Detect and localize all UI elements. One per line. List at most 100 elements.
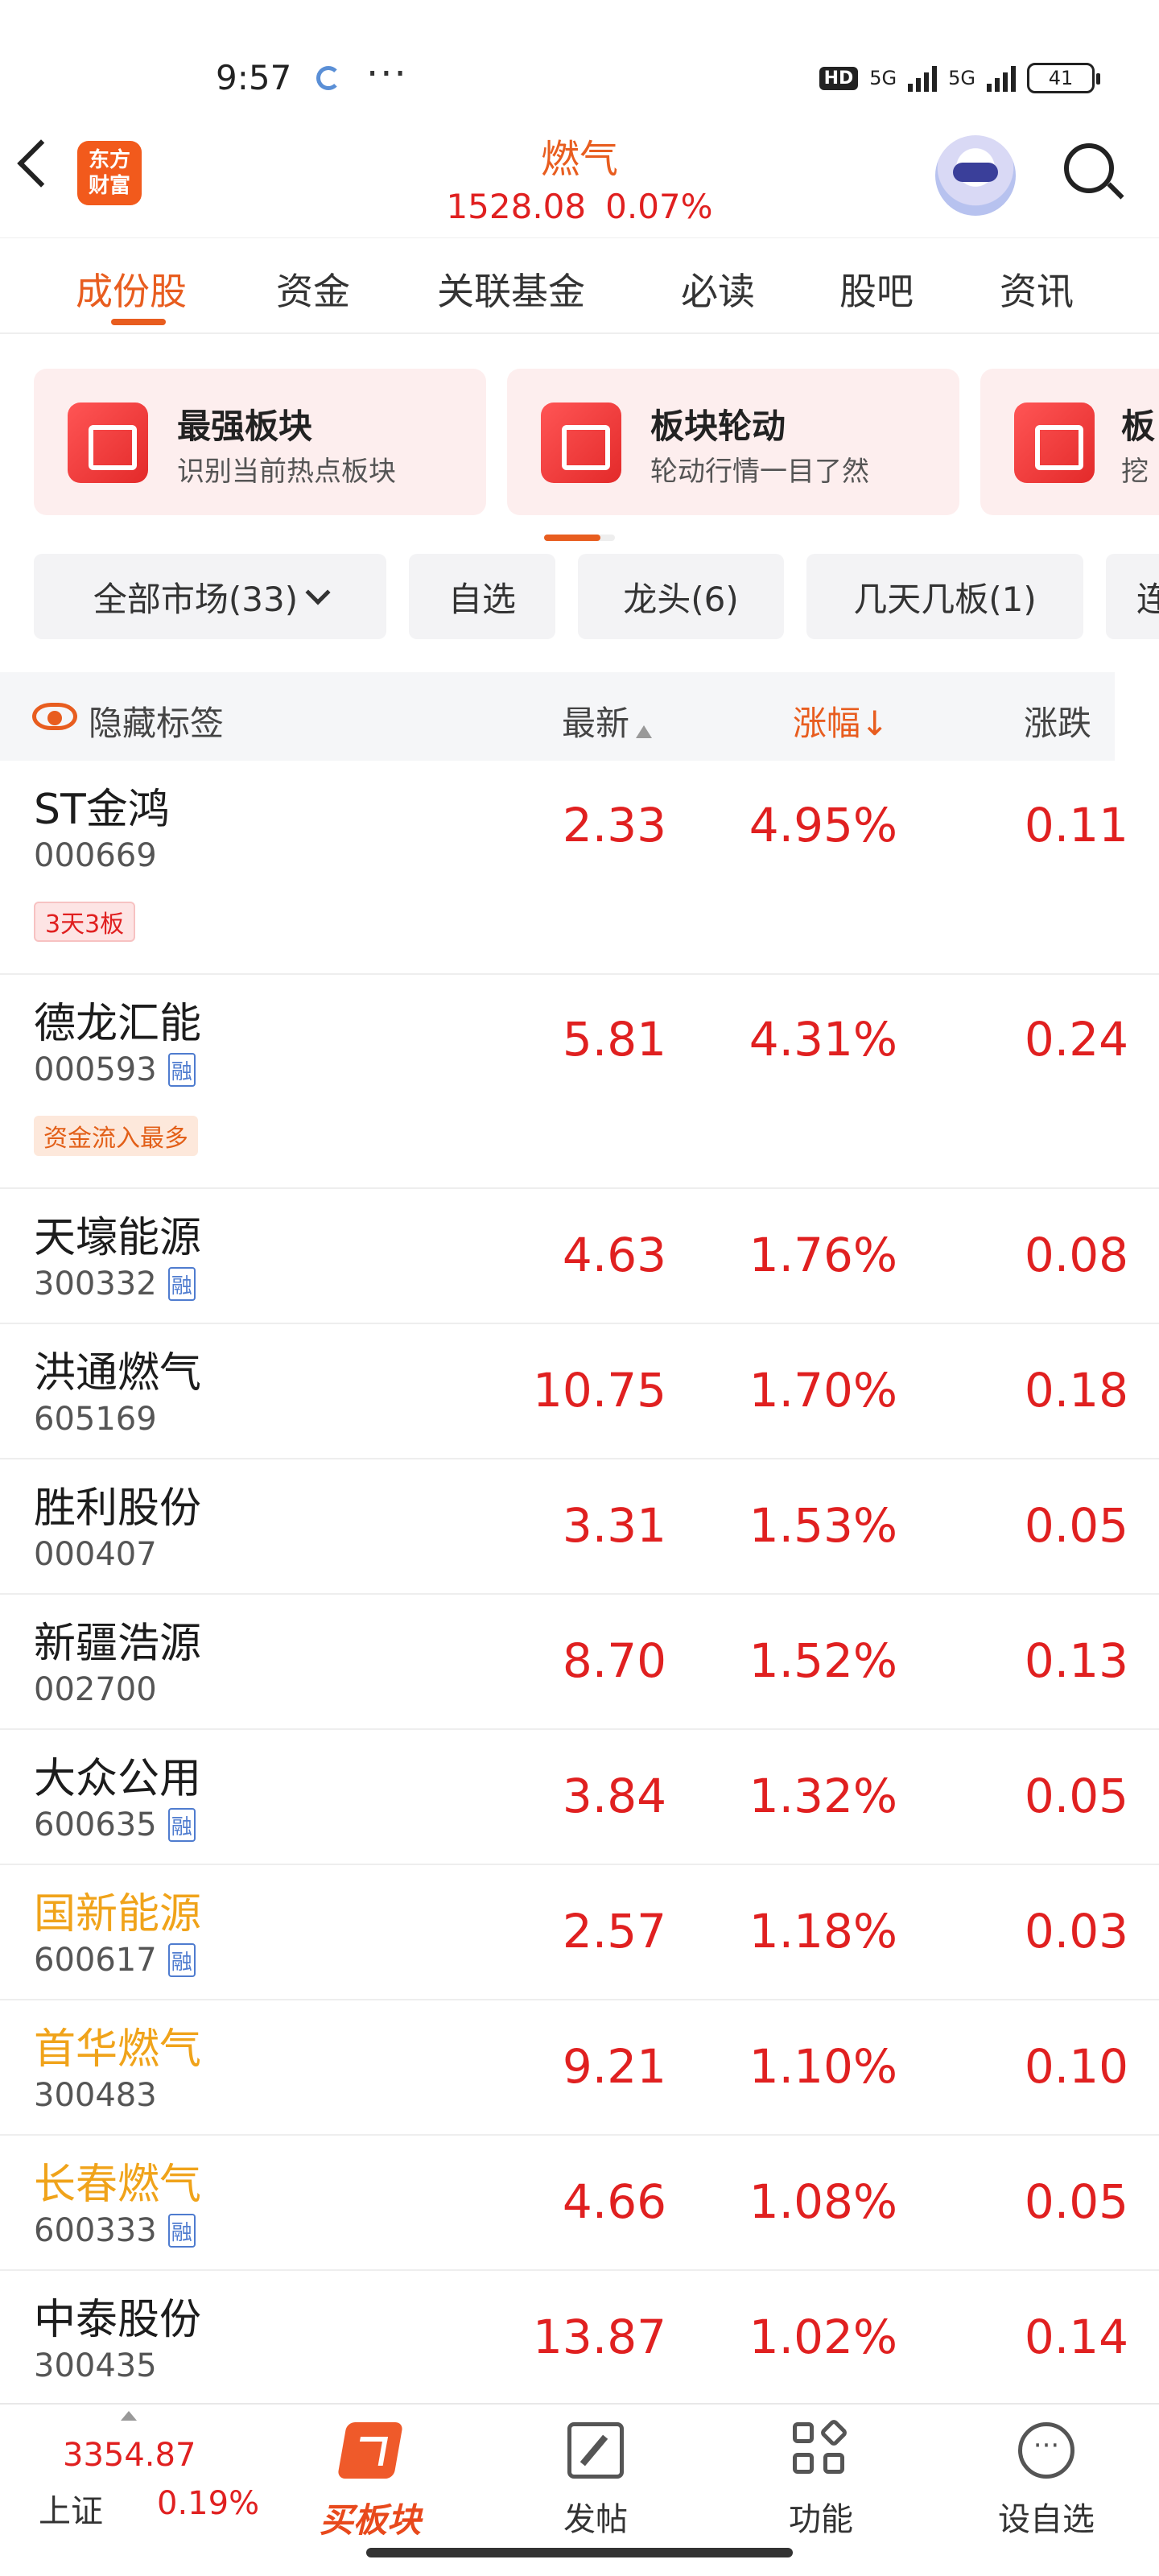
stock-code-wrap: 002700: [34, 1671, 157, 1708]
table-row[interactable]: 大众公用 600635 融 3.84 1.32% 0.05: [0, 1730, 1159, 1865]
stock-change: 0.03: [1024, 1904, 1128, 1959]
more-circle-icon: [1018, 2422, 1074, 2479]
sh-index-pct[interactable]: 0.19%: [157, 2485, 259, 2522]
table-row[interactable]: ST金鸿 000669 3天3板 2.33 4.95% 0.11: [0, 761, 1159, 975]
stock-name: 胜利股份: [34, 1484, 202, 1533]
filter-all-markets[interactable]: 全部市场(33): [34, 554, 386, 639]
stock-change: 0.13: [1024, 1633, 1128, 1688]
col-latest[interactable]: 最新: [562, 696, 653, 745]
stock-name: 德龙汇能: [34, 1000, 202, 1048]
tab-forum[interactable]: 股吧: [839, 262, 914, 316]
active-tab-indicator: [111, 319, 166, 325]
grid-icon: [793, 2417, 849, 2479]
filter-leaders[interactable]: 龙头(6): [578, 554, 784, 639]
stock-change: 0.14: [1024, 2310, 1128, 2364]
table-row[interactable]: 长春燃气 600333 融 4.66 1.08% 0.05: [0, 2136, 1159, 2271]
stock-list: ST金鸿 000669 3天3板 2.33 4.95% 0.11 德龙汇能 000593 融资金…: [0, 761, 1159, 2406]
stock-price: 10.75: [532, 1363, 666, 1418]
stock-price: 3.84: [562, 1769, 666, 1823]
stock-name: 洪通燃气: [34, 1349, 202, 1397]
stock-code-wrap: 605169: [34, 1401, 157, 1438]
stock-code-wrap: 000407: [34, 1536, 157, 1573]
stock-change: 0.24: [1024, 1012, 1128, 1067]
layers-icon: [1014, 402, 1095, 483]
stock-change-pct: 1.76%: [749, 1228, 897, 1282]
assistant-robot-icon[interactable]: [935, 135, 1016, 216]
expand-arrow-icon[interactable]: [121, 2411, 137, 2421]
filter-more[interactable]: 连: [1106, 554, 1159, 639]
tab-related-funds[interactable]: 关联基金: [437, 262, 585, 316]
filter-watchlist[interactable]: 自选: [409, 554, 555, 639]
stock-price: 8.70: [562, 1633, 666, 1688]
stock-code: 600635: [34, 1806, 157, 1843]
nav-label: 发帖: [563, 2501, 628, 2538]
home-indicator[interactable]: [366, 2548, 793, 2557]
filter-consecutive-limit[interactable]: 几天几板(1): [806, 554, 1083, 639]
nav-label: 买板块: [319, 2500, 421, 2540]
stock-name: ST金鸿: [34, 786, 170, 834]
stock-change-pct: 1.08%: [749, 2174, 897, 2229]
table-row[interactable]: 洪通燃气 605169 10.75 1.70% 0.18: [0, 1324, 1159, 1459]
app-header: 东方 财富 燃气 1528.08 0.07%: [0, 121, 1159, 237]
nav-post[interactable]: 发帖: [523, 2413, 668, 2538]
nav-functions[interactable]: 功能: [749, 2413, 893, 2538]
col-change[interactable]: 涨跌: [1024, 696, 1091, 745]
hide-tags-toggle[interactable]: 隐藏标签: [89, 696, 224, 745]
stock-change: 0.05: [1024, 1498, 1128, 1553]
table-row[interactable]: 胜利股份 000407 3.31 1.53% 0.05: [0, 1459, 1159, 1595]
search-icon[interactable]: [1064, 143, 1124, 200]
stock-change: 0.11: [1024, 798, 1128, 852]
stock-name: 大众公用: [34, 1755, 202, 1803]
sector-rotation-icon: [541, 402, 621, 483]
col-change-pct[interactable]: 涨幅↓: [793, 696, 889, 745]
battery-icon: 41: [1027, 63, 1100, 93]
card-title: 板: [1121, 407, 1156, 446]
hd-icon: HD: [819, 66, 859, 90]
battery-level: 41: [1048, 67, 1074, 89]
card-strongest-sector[interactable]: 最强板块 识别当前热点板块: [34, 369, 486, 515]
sector-index-change: 0.07%: [605, 187, 713, 226]
stock-code: 300483: [34, 2077, 157, 2114]
tab-funds-flow[interactable]: 资金: [276, 262, 350, 316]
feature-cards: 最强板块 识别当前热点板块 板块轮动 轮动行情一目了然 板 挖: [0, 369, 1159, 518]
tab-must-read[interactable]: 必读: [681, 262, 755, 316]
stock-code-wrap: 300435: [34, 2347, 157, 2384]
margin-badge: 融: [167, 1267, 196, 1301]
stock-price: 3.31: [562, 1498, 666, 1553]
tab-news[interactable]: 资讯: [1000, 262, 1074, 316]
stock-change: 0.10: [1024, 2039, 1128, 2094]
stock-code: 000593: [34, 1051, 157, 1088]
tab-constituents[interactable]: 成份股: [76, 262, 187, 316]
nav-add-watchlist[interactable]: 设自选: [974, 2413, 1119, 2538]
table-row[interactable]: 德龙汇能 000593 融资金流入最多 5.81 4.31% 0.24: [0, 975, 1159, 1189]
stock-change-pct: 1.02%: [749, 2310, 897, 2364]
stock-change-pct: 4.31%: [749, 1012, 897, 1067]
margin-badge: 融: [167, 1053, 196, 1087]
filter-label: 连: [1136, 579, 1159, 619]
table-row[interactable]: 国新能源 600617 融 2.57 1.18% 0.03: [0, 1865, 1159, 2000]
stock-price: 2.57: [562, 1904, 666, 1959]
stock-code: 002700: [34, 1671, 157, 1708]
table-row[interactable]: 新疆浩源 002700 8.70 1.52% 0.13: [0, 1595, 1159, 1730]
card-sector-rotation[interactable]: 板块轮动 轮动行情一目了然: [507, 369, 959, 515]
sh-index-name[interactable]: 上证: [39, 2485, 103, 2532]
network-label-2: 5G: [948, 67, 975, 89]
stock-code-wrap: 600635 融: [34, 1806, 196, 1843]
filter-label: 全部市场(33): [93, 579, 299, 619]
table-row[interactable]: 天壕能源 300332 融 4.63 1.76% 0.08: [0, 1189, 1159, 1324]
stock-change: 0.05: [1024, 2174, 1128, 2229]
margin-badge: 融: [167, 1808, 196, 1842]
strongest-sector-icon: [68, 402, 148, 483]
chevron-down-icon: [305, 580, 331, 605]
stock-code-wrap: 300332 融: [34, 1265, 196, 1302]
eye-icon[interactable]: [32, 703, 77, 730]
card-third[interactable]: 板 挖: [980, 369, 1159, 515]
sync-icon: [316, 66, 340, 90]
stock-code-wrap: 000669: [34, 837, 157, 874]
sh-index-value[interactable]: 3354.87: [63, 2437, 196, 2474]
table-row[interactable]: 中泰股份 300435 13.87 1.02% 0.14: [0, 2271, 1159, 2406]
stock-change: 0.05: [1024, 1769, 1128, 1823]
stock-change-pct: 1.53%: [749, 1498, 897, 1553]
nav-buy-sector[interactable]: 买板块: [298, 2413, 443, 2540]
table-row[interactable]: 首华燃气 300483 9.21 1.10% 0.10: [0, 2000, 1159, 2136]
